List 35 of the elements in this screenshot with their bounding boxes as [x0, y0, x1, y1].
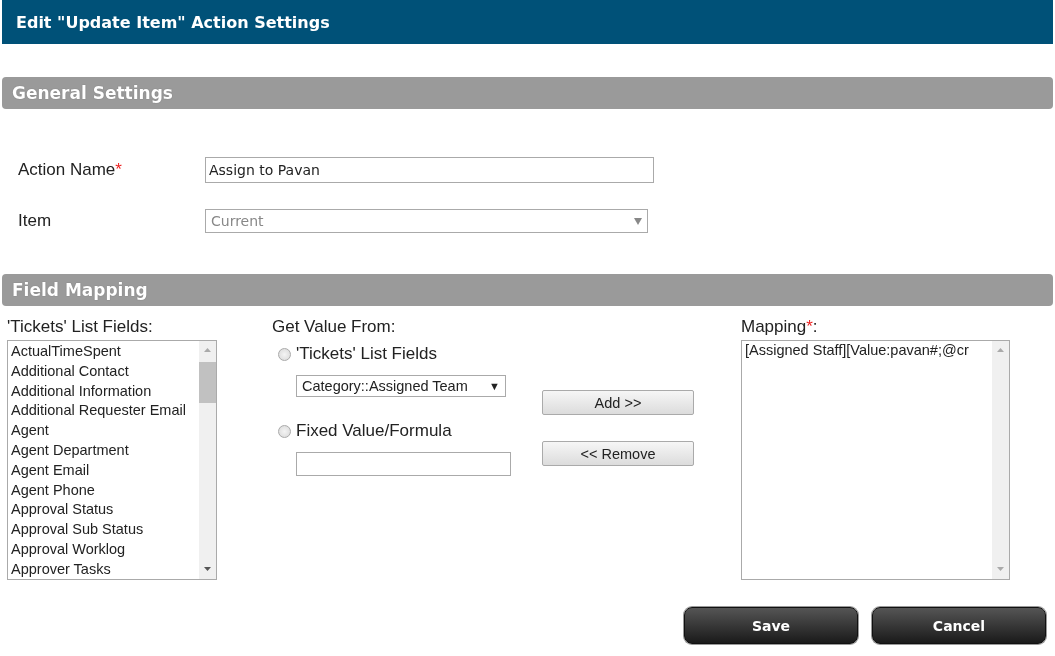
list-item[interactable]: Additional Information — [8, 381, 199, 402]
list-item[interactable]: Approver Tasks — [8, 559, 199, 579]
list-item[interactable]: Agent Email — [8, 460, 199, 481]
list-item[interactable]: ActualTimeSpent — [8, 342, 199, 362]
radio-label: 'Tickets' List Fields — [296, 344, 437, 364]
radio-button[interactable] — [278, 347, 291, 361]
list-fields-label: 'Tickets' List Fields: — [7, 316, 154, 338]
list-item[interactable]: Approval Worklog — [8, 539, 199, 560]
section-header: General Settings — [2, 77, 1053, 109]
radio-button[interactable] — [278, 424, 291, 438]
list-item[interactable]: Agent Phone — [8, 480, 199, 501]
list-item[interactable]: Approval Sub Status — [8, 520, 199, 540]
action-name-label: Action Name* — [18, 160, 123, 180]
field-dropdown[interactable]: Category::Assigned Team ▼ — [296, 375, 506, 397]
formula-input-field[interactable] — [296, 452, 511, 476]
item-label: Item — [18, 211, 53, 231]
section-header: Field Mapping — [2, 274, 1053, 306]
mapping-button[interactable]: << Remove — [542, 441, 694, 466]
get-value-from-label: Get Value From: — [272, 316, 397, 338]
list-item[interactable]: Agent — [8, 421, 199, 441]
list-item[interactable]: Additional Requester Email — [8, 401, 199, 422]
list-item[interactable]: Agent Department — [8, 441, 199, 461]
dialog-title: Edit "Update Item" Action Settings — [2, 0, 1053, 44]
mapping-label: Mapping*: — [741, 316, 819, 338]
footer-button[interactable]: Save — [684, 607, 858, 644]
list-item[interactable]: Approval Status — [8, 500, 199, 521]
caret-icon: ▼ — [489, 380, 500, 392]
action-name-field[interactable]: Assign to Pavan — [205, 157, 654, 183]
mapping-button[interactable]: Add >> — [542, 390, 694, 415]
list-fields-listbox[interactable]: ActualTimeSpent Additional Contact Additional Information Additional Requester Email Agent Agent Department Agent Email Agent Phone Approval Status Approval Sub Status Approval Worklog Approver Tasks — [7, 340, 217, 580]
footer-button[interactable]: Cancel — [872, 607, 1046, 644]
mapping-textarea[interactable]: [Assigned Staff][Value:pavan#;@cr — [741, 340, 1010, 580]
list-item[interactable]: Additional Contact — [8, 361, 199, 382]
radio-label: Fixed Value/Formula — [296, 421, 452, 441]
caret-icon — [634, 217, 642, 225]
